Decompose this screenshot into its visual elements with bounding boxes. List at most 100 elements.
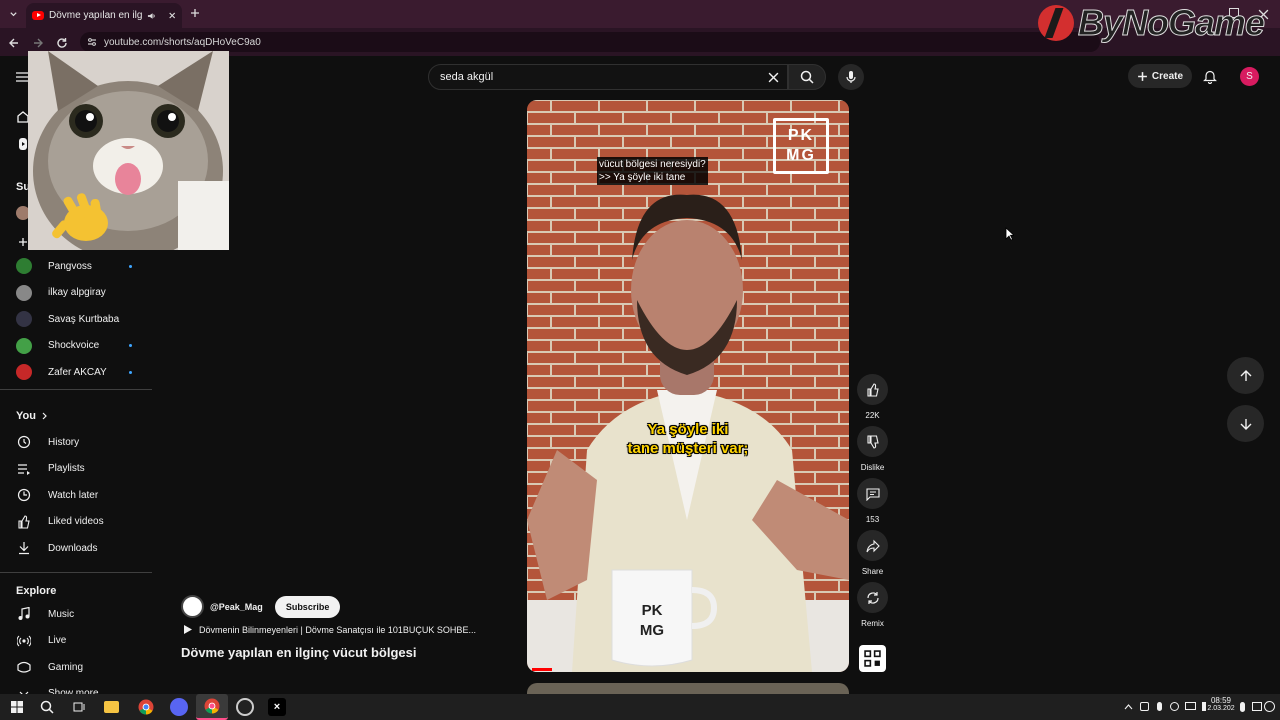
clock[interactable]: 08:59 2.03.202: [1206, 696, 1236, 712]
chevron-up-icon[interactable]: [1124, 703, 1133, 710]
sidebar-item-history[interactable]: History: [0, 429, 152, 455]
sidebar-item-icon: [16, 633, 32, 649]
voice-search-button[interactable]: [838, 64, 864, 90]
pkmg-logo-line2: MG: [786, 147, 816, 164]
sidebar-item-playlists[interactable]: Playlists: [0, 456, 152, 482]
sidebar-item-gaming[interactable]: Gaming: [0, 654, 152, 680]
playlist-label: Dövmenin Bilinmeyenleri | Dövme Sanatçıs…: [199, 624, 476, 635]
create-button[interactable]: Create: [1128, 64, 1192, 88]
task-view-icon: [73, 702, 84, 712]
sidebar-item-icon: [16, 514, 32, 530]
create-label: Create: [1151, 70, 1184, 82]
short-video-player[interactable]: PK MG PK MG vücut bölgesi neresiydi? >> …: [527, 100, 849, 672]
sidebar-item-icon: [16, 461, 32, 477]
sidebar-item-label: Playlists: [48, 463, 85, 475]
sidebar-item-label: Liked videos: [48, 516, 104, 528]
sidebar-channel-item[interactable]: ilkay alpgiray: [0, 280, 152, 306]
watermark: ByNoGame: [1038, 2, 1266, 44]
sidebar-item-liked-videos[interactable]: Liked videos: [0, 509, 152, 535]
playlist-link[interactable]: Dövmenin Bilinmeyenleri | Dövme Sanatçıs…: [183, 624, 476, 635]
new-content-dot: [129, 370, 132, 374]
sidebar-channel-item[interactable]: Shockvoice: [0, 333, 152, 359]
video-caption-top: vücut bölgesi neresiydi? >> Ya şöyle iki…: [597, 157, 708, 185]
tray-network-icon[interactable]: [1185, 702, 1196, 710]
file-explorer-button[interactable]: [104, 701, 119, 713]
comment-count: 153: [865, 515, 880, 524]
share-action: Share: [857, 530, 888, 576]
sidebar-item-live[interactable]: Live: [0, 628, 152, 654]
address-bar[interactable]: youtube.com/shorts/aqDHoVeC9a0: [80, 32, 1100, 52]
dislike-button[interactable]: [857, 426, 888, 457]
capcut-button[interactable]: ×: [268, 698, 286, 716]
task-view-button[interactable]: [70, 698, 88, 716]
tab-title: Dövme yapılan en ilginç vüc: [49, 10, 143, 21]
previous-short-button[interactable]: [1227, 357, 1264, 394]
sidebar-channel-item[interactable]: Zafer AKCAY: [0, 359, 152, 385]
like-button[interactable]: [857, 374, 888, 405]
sidebar-item-watch-later[interactable]: Watch later: [0, 482, 152, 508]
plus-icon: [191, 9, 199, 17]
url-text: youtube.com/shorts/aqDHoVeC9a0: [104, 36, 261, 48]
gaming-icon: [17, 662, 31, 673]
clear-search-icon[interactable]: [768, 72, 779, 83]
taskbar-search-button[interactable]: [38, 698, 56, 716]
account-avatar[interactable]: S: [1240, 67, 1259, 86]
comments-button[interactable]: [857, 478, 888, 509]
obs-button[interactable]: [236, 698, 254, 716]
tray-mic-icon[interactable]: [1157, 702, 1162, 711]
sidebar-add-icon[interactable]: [18, 234, 28, 252]
sidebar-channel-item[interactable]: Pangvoss: [0, 253, 152, 279]
tray-icons[interactable]: [1140, 702, 1211, 711]
tray-volume-icon[interactable]: [1170, 702, 1179, 711]
channel-avatar[interactable]: [181, 595, 204, 618]
channel-handle[interactable]: @Peak_Mag: [210, 602, 263, 612]
discord-button[interactable]: [170, 698, 188, 716]
channel-name: Pangvoss: [48, 260, 92, 272]
svg-text:MG: MG: [640, 622, 664, 639]
notification-center-icon[interactable]: [1264, 701, 1275, 712]
start-button[interactable]: [8, 698, 26, 716]
notifications-button[interactable]: [1203, 69, 1217, 89]
close-tab-icon[interactable]: [168, 11, 176, 20]
site-info-icon[interactable]: [87, 37, 97, 47]
next-short-button[interactable]: [1227, 405, 1264, 442]
download-icon: [19, 542, 29, 555]
sidebar-item-label: History: [48, 436, 80, 448]
browser-tab[interactable]: Dövme yapılan en ilginç vüc: [26, 3, 182, 28]
sidebar-channel-item[interactable]: Savaş Kurtbaba: [0, 306, 152, 332]
back-button[interactable]: [8, 36, 20, 54]
speaker-icon[interactable]: [147, 11, 156, 21]
mouse-cursor-icon: [1005, 227, 1014, 241]
share-button[interactable]: [857, 530, 888, 561]
history-icon: [17, 435, 31, 449]
channel-avatar-icon: [16, 284, 32, 301]
tray-display-icon[interactable]: [1252, 702, 1262, 711]
plus-icon: [19, 238, 27, 246]
search-button[interactable]: [788, 64, 826, 90]
new-content-dot: [129, 264, 132, 268]
sidebar-item-downloads[interactable]: Downloads: [0, 535, 152, 561]
channel-thumbnail-button[interactable]: [859, 645, 886, 672]
tray-mic2-icon[interactable]: [1240, 702, 1245, 712]
clock-icon: [17, 489, 31, 502]
tray-usb-icon[interactable]: [1140, 702, 1149, 711]
reload-icon: [57, 38, 67, 48]
tab-search-button[interactable]: [6, 7, 20, 21]
chrome-button[interactable]: [137, 698, 155, 716]
pkmg-logo: PK MG: [773, 118, 829, 174]
subscribe-button[interactable]: Subscribe: [274, 595, 341, 618]
new-tab-button[interactable]: [188, 6, 202, 20]
playlists-icon: [18, 463, 30, 475]
video-title: Dövme yapılan en ilginç vücut bölgesi: [181, 645, 417, 660]
search-input[interactable]: seda akgül: [428, 64, 788, 90]
caption-top-line2: >> Ya şöyle iki tane: [599, 172, 686, 183]
channel-name: ilkay alpgiray: [48, 287, 106, 299]
chevron-right-icon: [42, 412, 47, 420]
menu-button[interactable]: [16, 70, 28, 82]
arrow-up-icon: [1240, 369, 1251, 381]
sidebar-item-music[interactable]: Music: [0, 601, 152, 627]
chrome-active-button[interactable]: [196, 694, 228, 720]
sidebar-item-you[interactable]: You: [0, 403, 152, 429]
remix-button[interactable]: [857, 582, 888, 613]
play-icon: [184, 625, 192, 634]
